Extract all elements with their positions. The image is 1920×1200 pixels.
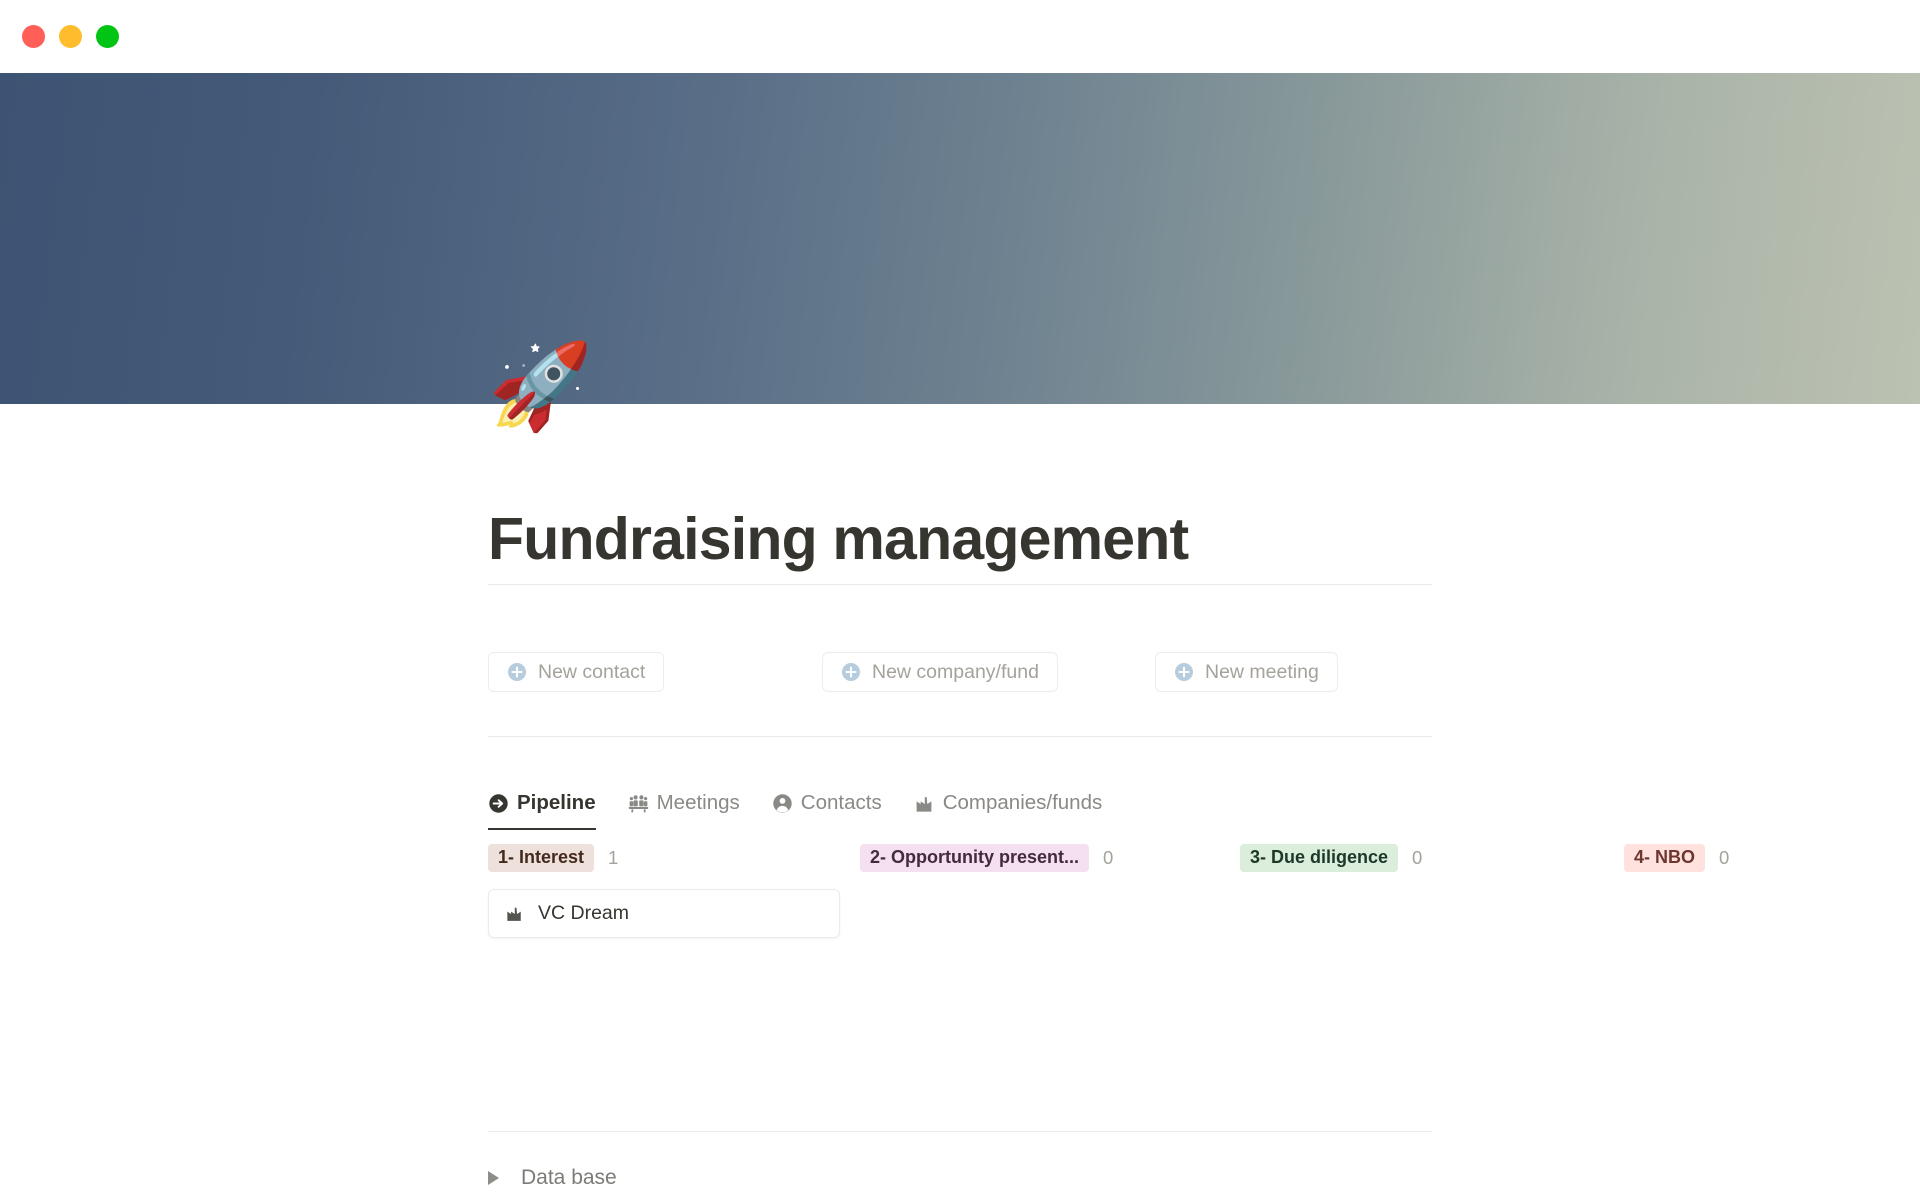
column-status-pill[interactable]: 2- Opportunity present...	[860, 843, 1090, 873]
close-window-button[interactable]	[22, 25, 45, 48]
tab-meetings-label: Meetings	[656, 791, 740, 814]
column-header: 3- Due diligence 0	[1240, 843, 1540, 873]
column-status-pill[interactable]: 1- Interest	[488, 843, 595, 873]
minimize-window-button[interactable]	[59, 25, 82, 48]
tab-companies-funds[interactable]: Companies/funds	[914, 782, 1117, 824]
new-meeting-button[interactable]: New meeting	[1155, 652, 1338, 692]
new-contact-button[interactable]: New contact	[488, 652, 665, 692]
column-status-pill[interactable]: 4- NBO	[1624, 843, 1706, 873]
traffic-light-controls	[22, 25, 119, 48]
quick-action-buttons: New contact New company/fund New meeting	[488, 652, 1432, 692]
column-status-pill[interactable]: 3- Due diligence	[1240, 843, 1399, 873]
plus-circle-icon	[1175, 663, 1193, 681]
tab-contacts[interactable]: Contacts	[772, 782, 896, 824]
new-meeting-label: New meeting	[1205, 660, 1319, 683]
page-cover-banner[interactable]	[0, 73, 1920, 404]
tab-pipeline-label: Pipeline	[517, 791, 596, 814]
person-circle-icon	[773, 793, 792, 813]
column-header: 2- Opportunity present... 0	[860, 843, 1212, 873]
tab-companies-funds-label: Companies/funds	[942, 791, 1103, 814]
people-group-icon	[628, 794, 648, 812]
column-header: 4- NBO 0	[1624, 843, 1920, 873]
database-toggle-label: Data base	[521, 1166, 617, 1189]
arrow-right-circle-icon	[489, 793, 508, 813]
column-count: 0	[1103, 847, 1114, 868]
column-count: 0	[1719, 847, 1730, 868]
factory-icon	[916, 796, 932, 812]
page-title[interactable]: Fundraising management	[488, 507, 1189, 572]
plus-circle-icon	[508, 663, 526, 681]
board-card-label: VC Dream	[538, 902, 630, 924]
divider-above-tabs	[488, 736, 1432, 737]
plus-circle-icon	[842, 663, 860, 681]
tab-contacts-label: Contacts	[800, 791, 882, 814]
board-column-opportunity-presented: 2- Opportunity present... 0	[860, 843, 1212, 873]
window-titlebar	[0, 0, 1920, 73]
database-toggle[interactable]: Data base	[488, 1166, 617, 1190]
page-body: 🚀 Fundraising management New contact New…	[0, 344, 1920, 1200]
factory-icon	[507, 907, 521, 921]
maximize-window-button[interactable]	[96, 25, 119, 48]
new-contact-label: New contact	[538, 660, 646, 683]
column-header: 1- Interest 1	[488, 843, 840, 873]
board-card[interactable]: VC Dream	[488, 889, 840, 938]
view-tabs: Pipeline Meetings Contacts Companies/fun…	[488, 782, 1432, 830]
tab-pipeline[interactable]: Pipeline	[488, 782, 610, 830]
board-column-nbo: 4- NBO 0	[1624, 843, 1920, 873]
pipeline-board: 1- Interest 1 VC Dream 2- Opportunity pr…	[488, 843, 1729, 1114]
column-count: 1	[608, 847, 619, 868]
tab-meetings[interactable]: Meetings	[628, 782, 754, 824]
page-icon-rocket[interactable]: 🚀	[488, 344, 593, 428]
board-column-due-diligence: 3- Due diligence 0	[1240, 843, 1540, 873]
divider-above-toggle	[488, 1131, 1432, 1132]
column-count: 0	[1412, 847, 1423, 868]
new-company-fund-button[interactable]: New company/fund	[822, 652, 1058, 692]
chevron-right-icon[interactable]	[488, 1171, 499, 1185]
divider-above-actions	[488, 584, 1432, 585]
new-company-fund-label: New company/fund	[872, 660, 1039, 683]
board-column-interest: 1- Interest 1 VC Dream	[488, 843, 840, 938]
